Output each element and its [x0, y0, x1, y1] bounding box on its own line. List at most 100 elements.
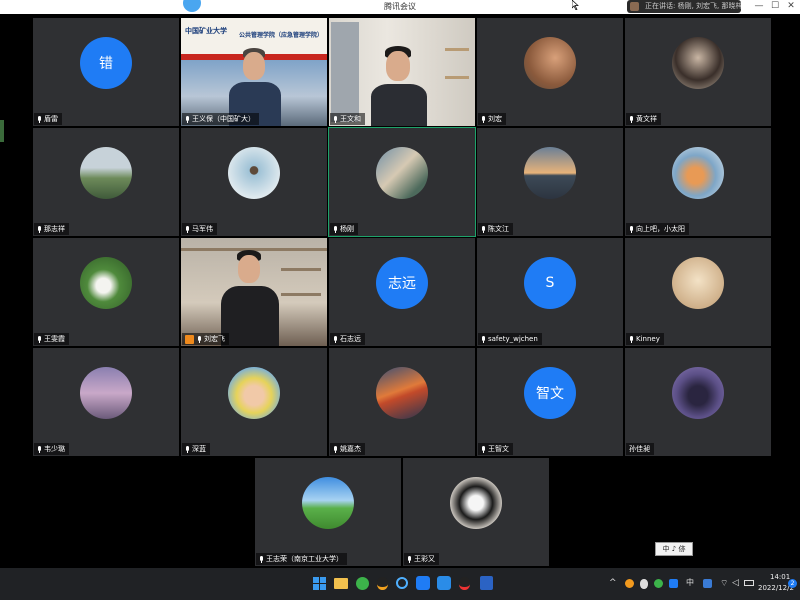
participant-tile[interactable]: 姚嘉杰 [329, 348, 475, 456]
microphone-icon [259, 555, 264, 563]
microphone-icon [481, 225, 486, 233]
participant-name-bar: 盾雷 [34, 113, 62, 125]
participant-name: 向上吧，小太阳 [636, 225, 685, 233]
participant-name-bar: 刘宏 [478, 113, 506, 125]
tray-app-icon[interactable] [625, 579, 634, 588]
ime-toolbar[interactable]: 中 ♪ 㑊 [655, 542, 693, 556]
avatar [80, 367, 132, 419]
tray-app2-icon[interactable] [703, 579, 712, 588]
avatar [228, 367, 280, 419]
participant-name-bar: 那志祥 [34, 223, 69, 235]
participant-tile[interactable]: 刘宏 [477, 18, 623, 126]
participant-tile-active-speaker[interactable]: 杨刚 [328, 127, 476, 237]
speaker-avatar [630, 2, 639, 11]
avatar: S [524, 257, 576, 309]
participant-tile[interactable]: 智文 王智文 [477, 348, 623, 456]
avatar [450, 477, 502, 529]
speaking-indicator: 正在讲话: 杨刚, 刘宏飞, 那晓梓; [627, 0, 741, 13]
participant-name-bar: 孙佳昶 [626, 443, 654, 455]
participant-tile[interactable]: 那志祥 [33, 128, 179, 236]
microphone-icon [37, 225, 42, 233]
participant-name-bar: 王雯霞 [34, 333, 69, 345]
participant-video-tile[interactable]: 中国矿业大学 公共管理学院（应急管理学院） 王义保（中国矿大） [181, 18, 327, 126]
word-icon[interactable] [480, 576, 493, 590]
minimize-icon[interactable]: — [752, 1, 766, 11]
taskbar: ^ 中 ⌔ ◁ 14:01 2022/12/2 2 [0, 568, 800, 600]
tray-meeting-icon[interactable] [669, 579, 678, 588]
participant-name: 王雯霞 [44, 335, 65, 343]
avatar [672, 147, 724, 199]
side-panel-handle[interactable] [0, 120, 4, 142]
participant-tile[interactable]: 深蓝 [181, 348, 327, 456]
avatar [672, 257, 724, 309]
maximize-icon[interactable]: ☐ [768, 1, 782, 11]
app-icon[interactable] [437, 576, 451, 590]
participant-tile[interactable]: 王雯霞 [33, 238, 179, 346]
video-feed [181, 238, 327, 346]
participant-name-bar: 姚嘉杰 [330, 443, 365, 455]
participant-tile[interactable]: 错 盾雷 [33, 18, 179, 126]
participant-tile[interactable]: 黄文祥 [625, 18, 771, 126]
participant-name: 孙佳昶 [629, 445, 650, 453]
participant-name-bar: 马军伟 [182, 223, 217, 235]
participant-tile[interactable]: 韦少璐 [33, 348, 179, 456]
mouse-cursor-icon [572, 0, 579, 10]
microphone-icon [333, 115, 338, 123]
participant-name-bar: 王智文 [478, 443, 513, 455]
microphone-icon [185, 445, 190, 453]
participant-tile[interactable]: Kinney [625, 238, 771, 346]
shelf [281, 268, 321, 271]
host-badge-icon [185, 334, 194, 344]
clock-time[interactable]: 14:01 [770, 573, 790, 581]
participant-tile[interactable]: 王彩又 [403, 458, 549, 566]
wifi-icon[interactable]: ⌔ [720, 578, 728, 589]
avatar [672, 37, 724, 89]
volume-icon[interactable]: ◁ [732, 578, 739, 588]
participant-name-bar: 深蓝 [182, 443, 210, 455]
notification-badge[interactable]: 2 [788, 579, 797, 588]
tray-wechat-icon[interactable] [654, 579, 663, 588]
participant-tile[interactable]: 王志荣（南京工业大学） [255, 458, 401, 566]
participant-name: safety_wjchen [488, 335, 538, 343]
microphone-icon [185, 115, 190, 123]
file-explorer-icon[interactable] [334, 578, 348, 589]
shelf [445, 76, 469, 79]
participant-name: 石志远 [340, 335, 361, 343]
close-icon[interactable]: ✕ [784, 1, 798, 11]
microphone-icon [37, 445, 42, 453]
avatar: 错 [80, 37, 132, 89]
video-feed [329, 18, 475, 126]
tray-lang[interactable]: 中 [686, 577, 694, 588]
participant-name-bar: 向上吧，小太阳 [626, 223, 689, 235]
start-button[interactable] [313, 577, 327, 591]
wechat-icon[interactable] [356, 577, 369, 590]
participant-name: 深蓝 [192, 445, 206, 453]
qq-icon[interactable] [377, 577, 388, 590]
search-icon[interactable] [396, 577, 408, 589]
microphone-icon [481, 115, 486, 123]
participant-tile[interactable]: 陈文江 [477, 128, 623, 236]
battery-icon[interactable] [744, 580, 754, 586]
participant-video-tile[interactable]: 王文和 [329, 18, 475, 126]
participant-name-bar: 王彩又 [404, 553, 439, 565]
participant-tile[interactable]: 志远 石志远 [329, 238, 475, 346]
qq-icon-2[interactable] [459, 577, 470, 590]
tray-chevron-icon[interactable]: ^ [609, 578, 617, 588]
avatar [376, 147, 428, 199]
participant-tile[interactable]: S safety_wjchen [477, 238, 623, 346]
avatar [302, 477, 354, 529]
avatar [80, 257, 132, 309]
participant-video-tile[interactable]: 刘宏飞 [181, 238, 327, 346]
participant-name: 王智文 [488, 445, 509, 453]
microphone-icon [629, 115, 634, 123]
participant-tile[interactable]: 孙佳昶 [625, 348, 771, 456]
participant-tile[interactable]: 向上吧，小太阳 [625, 128, 771, 236]
participant-tile[interactable]: 马军伟 [181, 128, 327, 236]
microphone-icon [333, 335, 338, 343]
tencent-meeting-icon[interactable] [416, 576, 430, 590]
microphone-icon [37, 115, 42, 123]
participant-name: 盾雷 [44, 115, 58, 123]
tray-qq-icon[interactable] [640, 579, 648, 589]
microphone-icon [407, 555, 412, 563]
participant-name-bar: 刘宏飞 [182, 333, 229, 345]
